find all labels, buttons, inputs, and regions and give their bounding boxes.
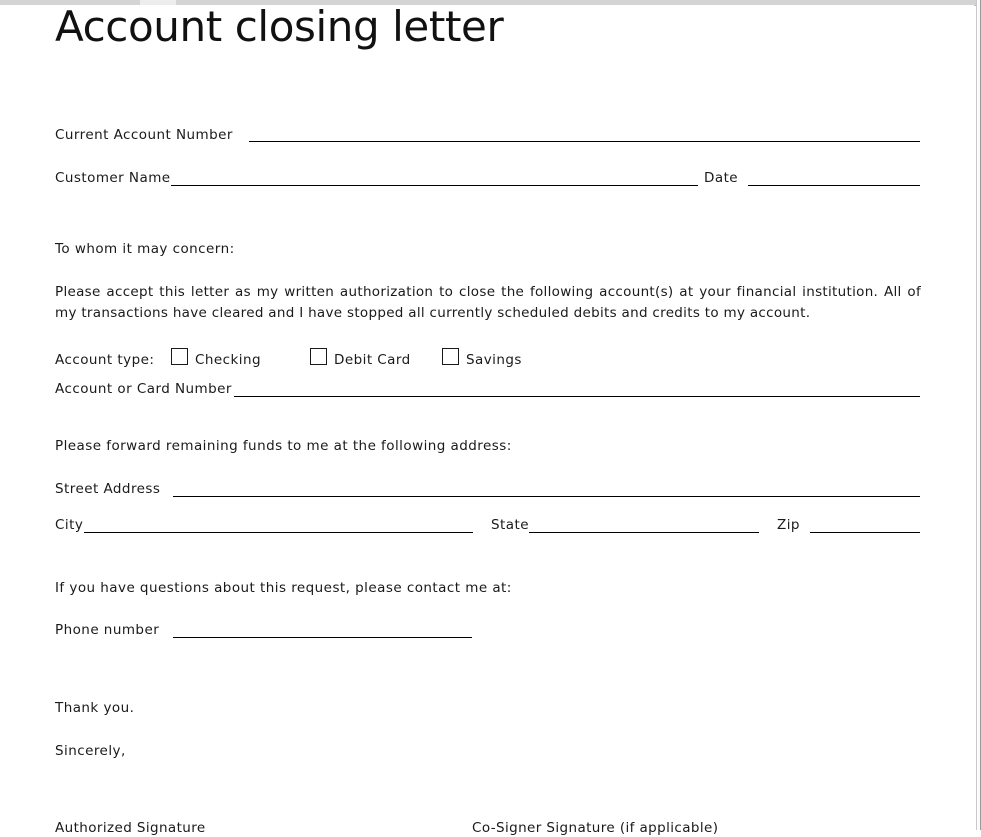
thank-you-text: Thank you. [55,700,135,716]
city-line[interactable] [84,532,473,533]
current-account-number-label: Current Account Number [55,127,233,143]
account-type-label: Account type: [55,352,155,368]
checkbox-debit-card[interactable] [310,348,327,365]
zip-line[interactable] [810,532,920,533]
body-paragraph: Please accept this letter as my written … [55,284,921,321]
document-page: Account closing letter Current Account N… [0,2,974,836]
checkbox-debit-card-label: Debit Card [334,352,411,368]
checkbox-checking-label: Checking [195,352,262,368]
phone-number-label: Phone number [55,622,160,638]
date-line[interactable] [748,185,920,186]
customer-name-label: Customer Name [55,170,171,186]
account-or-card-number-label: Account or Card Number [55,381,232,397]
date-label: Date [704,170,739,186]
state-line[interactable] [529,532,759,533]
street-address-label: Street Address [55,481,161,497]
account-or-card-number-line[interactable] [234,396,920,397]
customer-name-line[interactable] [171,185,698,186]
city-label: City [55,517,84,533]
salutation-text: To whom it may concern: [55,241,235,257]
cosigner-signature-label: Co-Signer Signature (if applicable) [472,820,719,836]
checkbox-checking[interactable] [171,348,188,365]
checkbox-savings-label: Savings [466,352,522,368]
current-account-number-line[interactable] [249,141,920,142]
zip-label: Zip [777,517,800,533]
checkbox-savings[interactable] [442,348,459,365]
questions-text: If you have questions about this request… [55,580,512,596]
street-address-line[interactable] [173,496,920,497]
authorized-signature-label: Authorized Signature [55,820,206,836]
page-title: Account closing letter [55,2,504,51]
state-label: State [491,517,529,533]
window-right-edge-scrollbar[interactable] [976,0,981,830]
phone-number-line[interactable] [173,637,472,638]
sincerely-text: Sincerely, [55,743,126,759]
forward-funds-text: Please forward remaining funds to me at … [55,438,512,454]
